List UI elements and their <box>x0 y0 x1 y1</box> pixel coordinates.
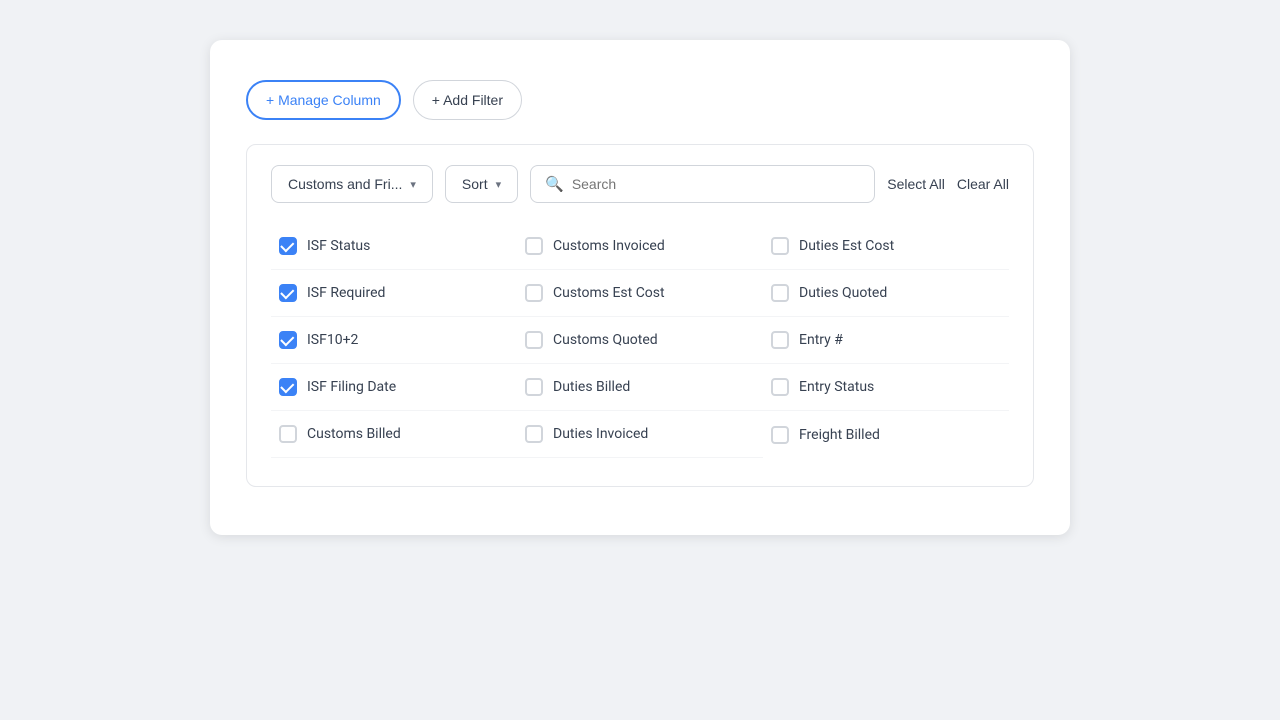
column-item-freight-billed[interactable]: Freight Billed <box>763 411 1009 458</box>
checkbox-freight-billed[interactable] <box>771 426 789 444</box>
column-label-duties-quoted: Duties Quoted <box>799 285 887 301</box>
column-item-duties-est-cost[interactable]: Duties Est Cost <box>763 223 1009 270</box>
column-label-isf-status: ISF Status <box>307 238 370 254</box>
column-label-entry-number: Entry # <box>799 332 843 348</box>
checkbox-isf-required[interactable] <box>279 284 297 302</box>
column-item-entry-number[interactable]: Entry # <box>763 317 1009 364</box>
column-item-customs-billed[interactable]: Customs Billed <box>271 411 517 458</box>
column-label-isf10-2: ISF10+2 <box>307 332 358 348</box>
column-item-customs-est-cost[interactable]: Customs Est Cost <box>517 270 763 317</box>
column-item-duties-invoiced[interactable]: Duties Invoiced <box>517 411 763 458</box>
checkbox-duties-quoted[interactable] <box>771 284 789 302</box>
column-item-isf10-2[interactable]: ISF10+2 <box>271 317 517 364</box>
column-label-customs-invoiced: Customs Invoiced <box>553 238 665 254</box>
column-item-isf-status[interactable]: ISF Status <box>271 223 517 270</box>
checkbox-duties-invoiced[interactable] <box>525 425 543 443</box>
column-item-customs-invoiced[interactable]: Customs Invoiced <box>517 223 763 270</box>
search-icon: 🔍 <box>545 175 564 193</box>
checkbox-entry-status[interactable] <box>771 378 789 396</box>
checkbox-customs-quoted[interactable] <box>525 331 543 349</box>
category-dropdown[interactable]: Customs and Fri... ▾ <box>271 165 433 203</box>
column-item-duties-billed[interactable]: Duties Billed <box>517 364 763 411</box>
sort-dropdown-arrow: ▾ <box>496 178 502 191</box>
manage-column-button[interactable]: + Manage Column <box>246 80 401 120</box>
column-selector-card: Customs and Fri... ▾ Sort ▾ 🔍 Select All… <box>246 144 1034 487</box>
column-label-duties-invoiced: Duties Invoiced <box>553 426 648 442</box>
search-input[interactable] <box>572 176 860 192</box>
checkbox-customs-billed[interactable] <box>279 425 297 443</box>
column-label-customs-billed: Customs Billed <box>307 426 401 442</box>
category-dropdown-label: Customs and Fri... <box>288 176 402 192</box>
column-item-isf-required[interactable]: ISF Required <box>271 270 517 317</box>
column-label-duties-billed: Duties Billed <box>553 379 630 395</box>
checkbox-customs-invoiced[interactable] <box>525 237 543 255</box>
checkbox-duties-est-cost[interactable] <box>771 237 789 255</box>
top-action-buttons: + Manage Column + Add Filter <box>246 80 1034 120</box>
manage-column-panel: + Manage Column + Add Filter Customs and… <box>210 40 1070 535</box>
checkbox-isf-filing-date[interactable] <box>279 378 297 396</box>
column-item-customs-quoted[interactable]: Customs Quoted <box>517 317 763 364</box>
column-item-isf-filing-date[interactable]: ISF Filing Date <box>271 364 517 411</box>
select-all-button[interactable]: Select All <box>887 176 945 192</box>
column-item-entry-status[interactable]: Entry Status <box>763 364 1009 411</box>
filter-bar: Customs and Fri... ▾ Sort ▾ 🔍 Select All… <box>271 165 1009 203</box>
sort-dropdown-label: Sort <box>462 176 488 192</box>
checkbox-customs-est-cost[interactable] <box>525 284 543 302</box>
checkbox-isf-status[interactable] <box>279 237 297 255</box>
column-item-duties-quoted[interactable]: Duties Quoted <box>763 270 1009 317</box>
checkbox-entry-number[interactable] <box>771 331 789 349</box>
columns-grid: ISF Status Customs Invoiced Duties Est Cos… <box>271 223 1009 458</box>
column-label-entry-status: Entry Status <box>799 379 874 395</box>
checkbox-isf10-2[interactable] <box>279 331 297 349</box>
column-label-isf-filing-date: ISF Filing Date <box>307 379 396 395</box>
column-label-freight-billed: Freight Billed <box>799 427 880 443</box>
clear-all-button[interactable]: Clear All <box>957 176 1009 192</box>
column-label-customs-est-cost: Customs Est Cost <box>553 285 665 301</box>
column-label-isf-required: ISF Required <box>307 285 385 301</box>
sort-dropdown[interactable]: Sort ▾ <box>445 165 518 203</box>
category-dropdown-arrow: ▾ <box>410 178 416 191</box>
column-label-duties-est-cost: Duties Est Cost <box>799 238 894 254</box>
checkbox-duties-billed[interactable] <box>525 378 543 396</box>
add-filter-button[interactable]: + Add Filter <box>413 80 522 120</box>
search-wrapper: 🔍 <box>530 165 875 203</box>
column-label-customs-quoted: Customs Quoted <box>553 332 658 348</box>
